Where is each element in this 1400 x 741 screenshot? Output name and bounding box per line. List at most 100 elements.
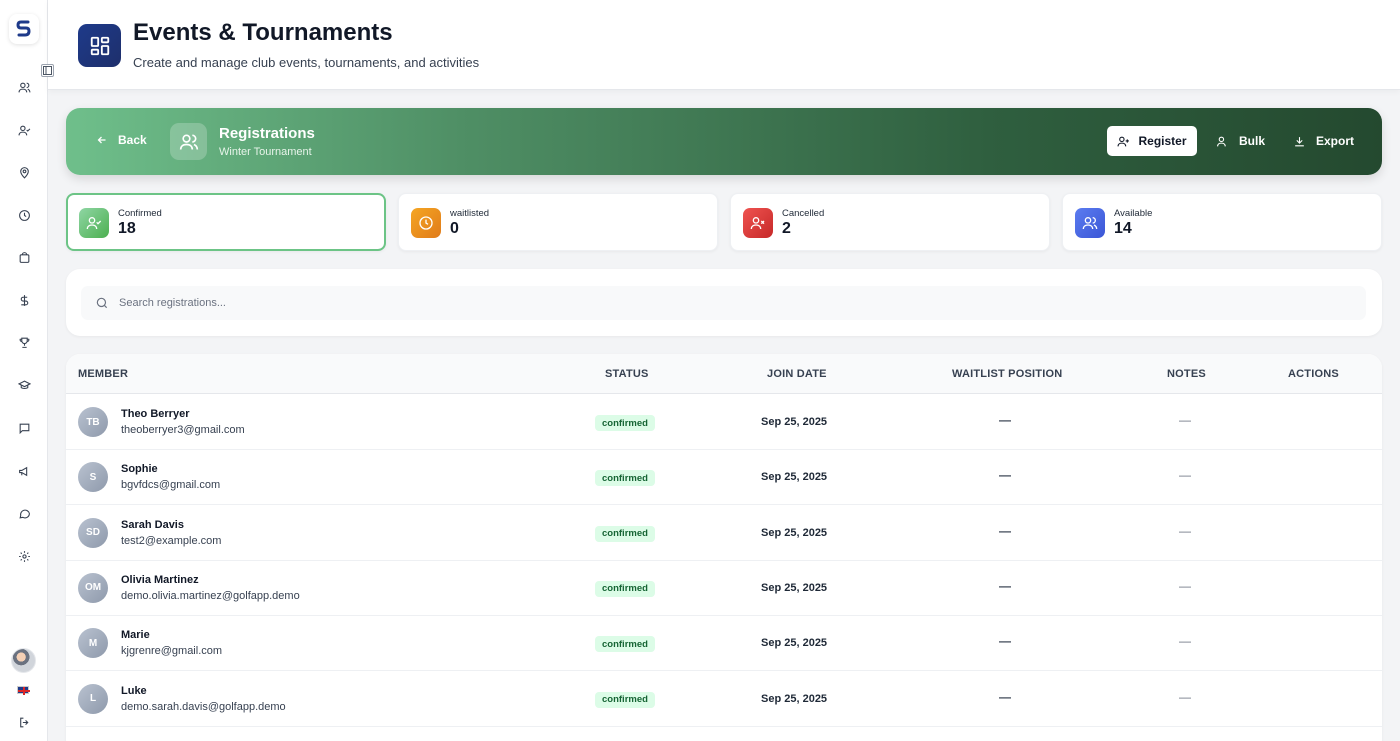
stat-label: Cancelled <box>782 208 825 219</box>
stat-card-confirmed[interactable]: Confirmed 18 <box>66 193 386 251</box>
member-email: theoberryer3@gmail.com <box>121 424 245 436</box>
table-row[interactable]: SD Sarah Davis test2@example.com confirmed S… <box>66 506 1382 561</box>
back-label: Back <box>118 133 147 147</box>
app-logo[interactable] <box>8 14 39 44</box>
notes: — <box>1179 413 1191 427</box>
status-badge: confirmed <box>595 580 655 597</box>
banner-title: Registrations <box>219 125 315 142</box>
waitlist-position: — <box>999 468 1011 483</box>
stat-value: 18 <box>118 220 136 237</box>
table-row[interactable]: OM Olivia Martinez demo.olivia.martinez@go… <box>66 561 1382 616</box>
member-name: Sophie <box>121 463 158 476</box>
column-header-actions[interactable]: ACTIONS <box>1288 368 1339 380</box>
page-title: Events & Tournaments <box>133 19 393 46</box>
table-row[interactable]: L Luke demo.sarah.davis@golfapp.demo confir… <box>66 672 1382 727</box>
message-circle-icon[interactable] <box>14 503 34 523</box>
waitlist-position: — <box>999 634 1011 649</box>
sidebar-collapse-icon[interactable] <box>41 64 54 77</box>
member-name: Sarah Davis <box>121 518 184 531</box>
download-icon <box>1295 136 1304 146</box>
search-box[interactable] <box>81 286 1366 320</box>
arrow-left-icon <box>97 136 106 144</box>
users-icon <box>1075 208 1105 238</box>
user-plus-icon <box>1118 136 1130 146</box>
member-email: demo.olivia.martinez@golfapp.demo <box>121 589 300 602</box>
stat-label: waitlisted <box>450 208 490 219</box>
users-icon <box>170 123 207 160</box>
users-icon[interactable] <box>14 77 34 97</box>
member-avatar: SD <box>78 517 108 548</box>
registrations-table: MEMBER STATUS JOIN DATE WAITLIST POSITIO… <box>66 354 1382 741</box>
stat-card-waitlisted[interactable]: waitlisted 0 <box>398 193 718 251</box>
member-email: kjgrenre@gmail.com <box>121 645 223 658</box>
member-avatar: OM <box>78 572 108 603</box>
notes: — <box>1179 523 1191 538</box>
search-input[interactable] <box>119 297 719 309</box>
notes: — <box>1179 578 1191 593</box>
uk-flag-icon[interactable] <box>17 686 30 695</box>
graduation-cap-icon[interactable] <box>14 375 34 395</box>
megaphone-icon[interactable] <box>14 461 34 481</box>
status-badge: confirmed <box>595 636 655 653</box>
settings-icon[interactable] <box>14 546 34 566</box>
sidebar <box>0 0 48 741</box>
column-header-join-date[interactable]: JOIN DATE <box>767 368 827 380</box>
join-date: Sep 25, 2025 <box>761 471 828 484</box>
stat-card-available[interactable]: Available 14 <box>1062 193 1382 251</box>
notes: — <box>1179 689 1191 704</box>
trophy-icon[interactable] <box>14 332 34 352</box>
user-check-icon <box>79 208 109 238</box>
member-name: Luke <box>121 684 147 697</box>
message-square-icon[interactable] <box>14 418 34 438</box>
stat-value: 0 <box>450 220 459 237</box>
logout-icon[interactable] <box>14 712 34 732</box>
map-pin-icon[interactable] <box>14 162 34 182</box>
dollar-icon[interactable] <box>14 290 34 310</box>
register-label: Register <box>1138 134 1187 148</box>
table-row[interactable]: M Marie kjgrenre@gmail.com confirmed Sep 25,… <box>66 616 1382 672</box>
join-date: Sep 25, 2025 <box>761 581 828 594</box>
export-button[interactable]: Export <box>1293 126 1354 156</box>
member-name: Olivia Martinez <box>121 573 199 586</box>
column-header-notes[interactable]: NOTES <box>1167 368 1206 380</box>
member-avatar: L <box>78 683 108 714</box>
table-row[interactable]: TB Theo Berryer theoberryer3@gmail.com conf… <box>66 395 1382 450</box>
member-avatar: S <box>78 462 108 493</box>
column-header-member[interactable]: MEMBER <box>78 368 128 380</box>
register-button[interactable]: Register <box>1107 126 1197 156</box>
table-header: MEMBER STATUS JOIN DATE WAITLIST POSITIO… <box>66 354 1382 394</box>
member-name: Marie <box>121 629 150 642</box>
stat-value: 2 <box>782 220 791 237</box>
shopping-bag-icon[interactable] <box>14 247 34 267</box>
page-subtitle: Create and manage club events, tournamen… <box>133 55 480 70</box>
notes: — <box>1179 634 1191 649</box>
member-email: bgvfdcs@gmail.com <box>121 479 221 492</box>
member-name: Theo Berryer <box>121 408 190 420</box>
column-header-status[interactable]: STATUS <box>605 368 649 380</box>
bulk-label: Bulk <box>1239 134 1266 148</box>
user-check-icon[interactable] <box>14 120 34 140</box>
clock-icon[interactable] <box>14 205 34 225</box>
clock-icon <box>411 208 441 238</box>
join-date: Sep 25, 2025 <box>761 416 828 428</box>
status-badge: confirmed <box>595 525 655 542</box>
status-badge: confirmed <box>595 470 655 487</box>
member-avatar: TB <box>78 407 108 437</box>
search-panel <box>66 269 1382 336</box>
status-badge: confirmed <box>595 415 655 431</box>
stat-card-cancelled[interactable]: Cancelled 2 <box>730 193 1050 251</box>
user-avatar[interactable] <box>11 648 36 673</box>
page-header: Events & Tournaments Create and manage c… <box>48 0 1400 90</box>
waitlist-position: — <box>999 523 1011 538</box>
join-date: Sep 25, 2025 <box>761 637 828 650</box>
dashboard-icon <box>78 24 121 67</box>
banner-subtitle: Winter Tournament <box>219 146 312 158</box>
bulk-button[interactable]: Bulk <box>1216 126 1265 156</box>
waitlist-position: — <box>999 413 1011 427</box>
stat-value: 14 <box>1114 220 1132 237</box>
user-icon <box>1217 136 1226 146</box>
join-date: Sep 25, 2025 <box>761 692 828 705</box>
table-row[interactable]: S Sophie bgvfdcs@gmail.com confirmed Sep 25,… <box>66 450 1382 506</box>
column-header-waitlist-position[interactable]: WAITLIST POSITION <box>952 368 1062 380</box>
back-button[interactable]: Back <box>96 133 147 147</box>
